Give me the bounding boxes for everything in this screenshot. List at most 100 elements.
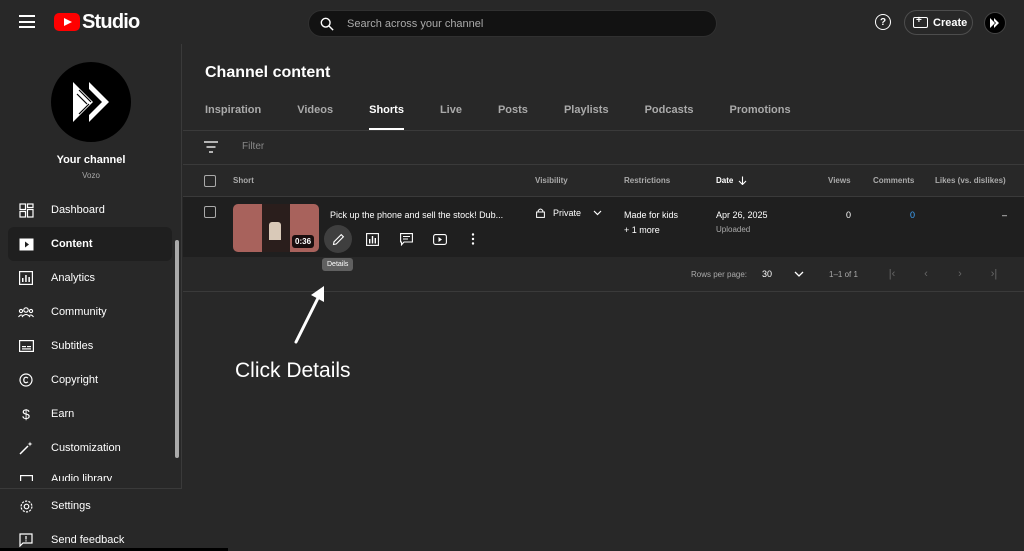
annotation-arrow-icon [294, 286, 324, 344]
next-page-icon[interactable]: › [954, 268, 966, 280]
sidebar-item-content[interactable]: Content [8, 227, 172, 261]
filter-divider [183, 164, 1024, 165]
sidebar-item-copyright[interactable]: Copyright [8, 363, 172, 397]
feedback-icon [18, 532, 34, 548]
column-header-restrictions: Restrictions [624, 176, 671, 185]
sidebar-item-settings[interactable]: Settings [8, 489, 172, 523]
sidebar-item-community[interactable]: Community [8, 295, 172, 329]
search-icon [320, 17, 334, 31]
analytics-icon [365, 232, 379, 246]
column-header-short: Short [233, 176, 254, 185]
column-header-comments: Comments [873, 176, 915, 185]
tab-podcasts[interactable]: Podcasts [645, 104, 694, 130]
youtube-icon [433, 233, 447, 245]
restriction-primary: Made for kids [624, 210, 679, 220]
logo-text: Studio [82, 10, 140, 33]
details-button[interactable] [324, 225, 352, 253]
menu-icon[interactable] [19, 15, 35, 28]
pagination-range: 1–1 of 1 [829, 270, 858, 279]
restriction-more[interactable]: + 1 more [624, 225, 660, 235]
upload-status: Uploaded [716, 225, 751, 234]
upload-date: Apr 26, 2025 [716, 210, 768, 220]
sidebar-item-dashboard[interactable]: Dashboard [8, 193, 172, 227]
sidebar-item-label: Copyright [51, 374, 99, 386]
visibility-dropdown[interactable]: Private [536, 208, 602, 218]
account-avatar[interactable] [984, 12, 1006, 34]
tab-playlists[interactable]: Playlists [564, 104, 609, 130]
sidebar-item-label: Settings [51, 500, 91, 512]
more-vert-icon [471, 233, 475, 245]
sidebar-item-audio-library[interactable]: Audio library [8, 465, 172, 481]
customization-icon [18, 440, 34, 456]
comments-count[interactable]: 0 [910, 210, 915, 220]
visibility-value: Private [553, 208, 582, 218]
sidebar-item-label: Send feedback [51, 534, 125, 546]
column-header-likes: Likes (vs. dislikes) [935, 176, 1006, 185]
subtitles-icon [18, 338, 34, 354]
rows-per-page-select[interactable]: 30 [762, 269, 772, 279]
tab-promotions[interactable]: Promotions [730, 104, 791, 130]
sidebar-item-label: Community [51, 306, 107, 318]
tab-inspiration[interactable]: Inspiration [205, 104, 261, 130]
chevron-down-icon[interactable] [794, 271, 804, 277]
sidebar-item-label: Earn [51, 408, 75, 420]
likes-value: – [1002, 210, 1008, 220]
first-page-icon[interactable]: |‹ [886, 268, 898, 280]
comment-icon [399, 232, 413, 246]
sidebar-bottom: Settings Send feedback [0, 488, 182, 551]
tab-videos[interactable]: Videos [297, 104, 333, 130]
sidebar-item-label: Analytics [51, 272, 96, 284]
sidebar-item-label: Audio library [51, 473, 113, 481]
tab-posts[interactable]: Posts [498, 104, 528, 130]
page-title: Channel content [205, 64, 331, 81]
pencil-icon [332, 233, 344, 245]
chevron-down-icon [593, 210, 602, 216]
audio-library-icon [18, 473, 34, 481]
channel-logo-icon [990, 18, 999, 28]
more-options-button[interactable] [461, 227, 485, 251]
sidebar: Your channel Vozo Dashboard Content Anal… [0, 44, 182, 551]
community-icon [18, 304, 34, 320]
earn-icon: $ [22, 406, 30, 422]
sidebar-item-analytics[interactable]: Analytics [8, 261, 172, 295]
filter-input[interactable]: Filter [242, 141, 264, 152]
date-header-label: Date [716, 176, 734, 185]
select-all-checkbox[interactable] [204, 175, 216, 187]
sidebar-item-customization[interactable]: Customization [8, 431, 172, 465]
sidebar-item-label: Dashboard [51, 204, 105, 216]
search-input[interactable] [347, 17, 677, 30]
comments-button[interactable] [394, 227, 418, 251]
sidebar-item-earn[interactable]: $ Earn [8, 397, 172, 431]
help-icon[interactable]: ? [875, 14, 891, 30]
sidebar-item-label: Customization [51, 442, 121, 454]
sidebar-item-subtitles[interactable]: Subtitles [8, 329, 172, 363]
row-checkbox[interactable] [204, 206, 216, 218]
tab-live[interactable]: Live [440, 104, 462, 130]
tab-shorts[interactable]: Shorts [369, 104, 404, 130]
channel-avatar[interactable] [51, 62, 131, 142]
create-button[interactable]: Create [904, 10, 973, 35]
video-duration: 0:36 [292, 235, 315, 248]
sidebar-scrollbar[interactable] [175, 240, 179, 458]
top-bar: Studio ? Create [0, 0, 1024, 44]
view-on-youtube-button[interactable] [428, 227, 452, 251]
content-icon [18, 236, 34, 252]
last-page-icon[interactable]: ›| [988, 268, 1000, 280]
column-header-date[interactable]: Date [716, 176, 747, 185]
search-bar[interactable] [308, 10, 717, 37]
details-tooltip: Details [322, 258, 354, 271]
column-header-views: Views [828, 176, 851, 185]
previous-page-icon[interactable]: ‹ [920, 268, 932, 280]
analytics-button[interactable] [360, 227, 384, 251]
sidebar-item-send-feedback[interactable]: Send feedback [8, 523, 172, 551]
annotation-text: Click Details [235, 359, 351, 382]
filter-icon[interactable] [204, 141, 218, 153]
video-title[interactable]: Pick up the phone and sell the stock! Du… [330, 210, 510, 220]
studio-logo[interactable]: Studio [54, 10, 140, 33]
content-tabs: Inspiration Videos Shorts Live Posts Pla… [205, 104, 827, 130]
views-count: 0 [846, 210, 852, 220]
thumbnail-figure [269, 222, 281, 240]
column-header-visibility: Visibility [535, 176, 568, 185]
sidebar-item-label: Content [51, 238, 93, 250]
analytics-icon [18, 270, 34, 286]
